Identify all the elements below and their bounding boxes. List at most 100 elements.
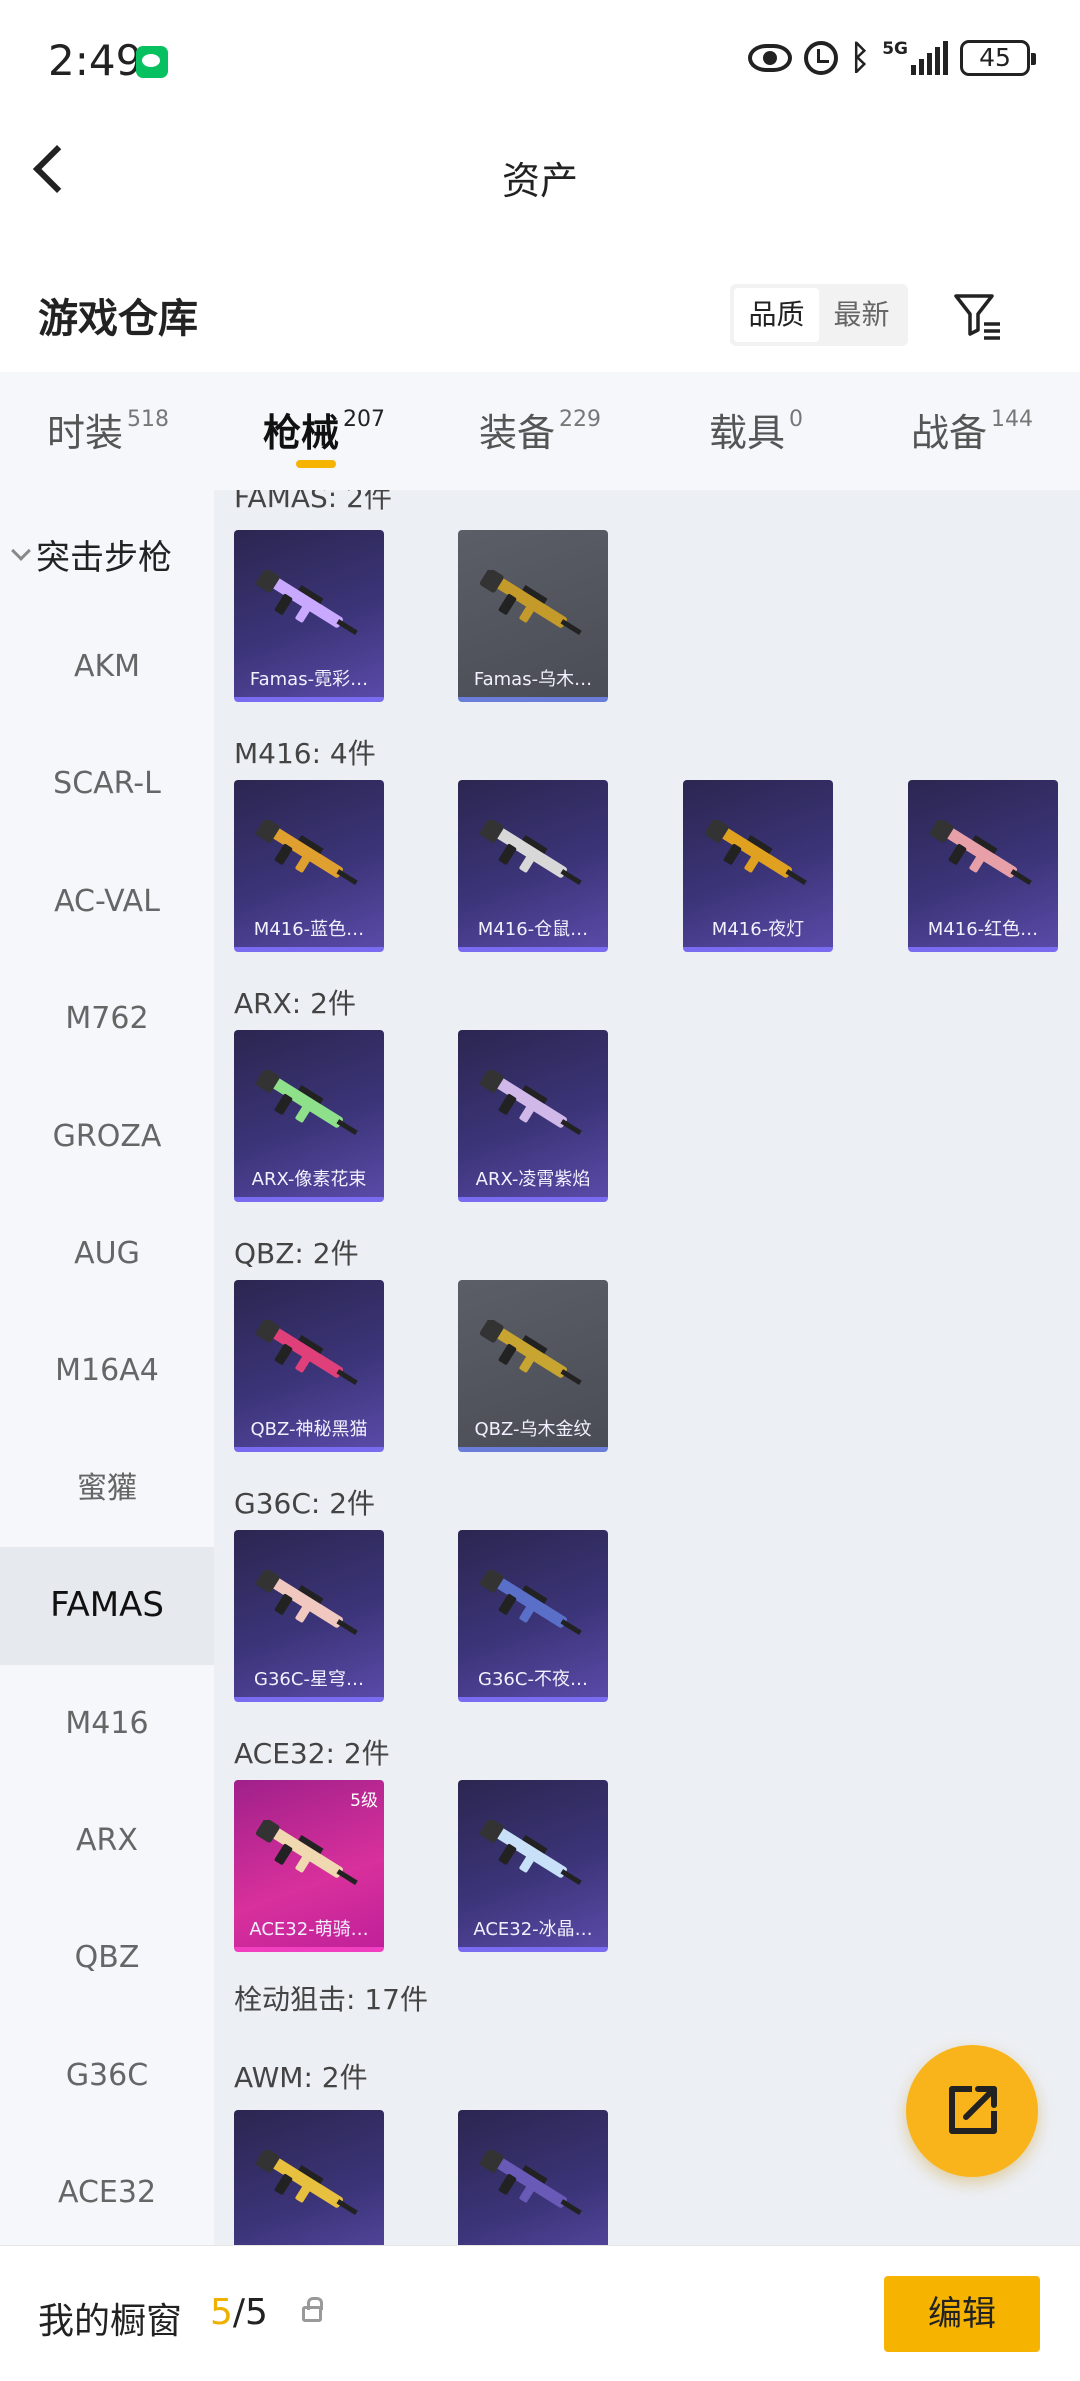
- gun-image: [704, 820, 807, 885]
- sidebar-item[interactable]: ARX: [0, 1782, 214, 1899]
- gun-image: [479, 2150, 582, 2215]
- weapon-card[interactable]: G36C-星穹…: [234, 1530, 384, 1702]
- sidebar-item[interactable]: QBZ: [0, 1899, 214, 2016]
- tab-underline: [296, 460, 336, 468]
- sort-quality-button[interactable]: 品质: [734, 288, 819, 342]
- group-title: G36C: 2件: [234, 1487, 376, 1520]
- sidebar-item[interactable]: M16A4: [0, 1312, 214, 1429]
- system-icons: ᛒ 5G 45: [747, 38, 1036, 78]
- sidebar-category[interactable]: 突击步枪: [11, 530, 172, 579]
- page-title: 资产: [501, 159, 578, 203]
- weapon-name: QBZ-神秘黑猫: [250, 1419, 368, 1440]
- tab-vehicles[interactable]: 载具 0: [648, 372, 864, 490]
- gun-image: [479, 1820, 582, 1885]
- weapon-card[interactable]: M416-蓝色…: [234, 780, 384, 952]
- weapon-name: M416-夜灯: [711, 919, 805, 940]
- showcase-label: 我的橱窗: [38, 2301, 183, 2342]
- tab-guns[interactable]: 枪械 207: [216, 372, 432, 490]
- weapon-card[interactable]: G36C-不夜…: [458, 1530, 608, 1702]
- weapon-grid: FAMAS: 2件 Famas-霓彩… Famas-乌木… M416: 4件 M416…: [214, 490, 1080, 2245]
- lock-icon: [302, 2297, 323, 2322]
- weapon-card[interactable]: M416-夜灯: [683, 780, 833, 952]
- repo-title: 游戏仓库: [38, 296, 198, 342]
- sidebar-item[interactable]: 蜜獾: [0, 1430, 214, 1547]
- status-time: 2:49: [48, 36, 143, 85]
- sidebar-item[interactable]: GROZA: [0, 1078, 214, 1195]
- sidebar-item[interactable]: M762: [0, 960, 214, 1077]
- group-title: 栓动狙击: 17件: [234, 1983, 428, 2016]
- sidebar-item[interactable]: AUG: [0, 1195, 214, 1312]
- signal-icon: 5G: [882, 41, 948, 75]
- filter-icon[interactable]: [952, 290, 1004, 342]
- weapon-card[interactable]: ARX-像素花束: [234, 1030, 384, 1202]
- weapon-card[interactable]: Famas-霓彩…: [234, 530, 384, 702]
- weapon-card[interactable]: QBZ-乌木金纹: [458, 1280, 608, 1452]
- gun-image: [255, 2150, 358, 2215]
- weapon-card[interactable]: ARX-凌霄紫焰: [458, 1030, 608, 1202]
- gun-image: [255, 1070, 358, 1135]
- sidebar-item[interactable]: AC-VAL: [0, 843, 214, 960]
- group-title: ARX: 2件: [234, 987, 356, 1020]
- gun-image: [479, 820, 582, 885]
- weapon-card[interactable]: QBZ-神秘黑猫: [234, 1280, 384, 1452]
- gun-image: [255, 820, 358, 885]
- gun-image: [255, 570, 358, 635]
- gun-image: [479, 570, 582, 635]
- weapon-name: ARX-凌霄紫焰: [475, 1169, 591, 1190]
- group-title: ACE32: 2件: [234, 1737, 390, 1770]
- gun-image: [255, 1320, 358, 1385]
- weapon-name: Famas-乌木…: [473, 669, 593, 690]
- weapon-name: M416-蓝色…: [253, 919, 365, 940]
- alarm-icon: [803, 41, 838, 75]
- gun-image: [479, 1570, 582, 1635]
- wechat-icon: [136, 46, 168, 78]
- weapon-name: ARX-像素花束: [251, 1169, 367, 1190]
- category-tabs: 时装 518 枪械 207 装备 229 载具 0 战备 144: [0, 372, 1080, 490]
- sidebar-item[interactable]: M416: [0, 1665, 214, 1782]
- eye-icon: [747, 44, 792, 72]
- weapon-card[interactable]: [458, 2110, 608, 2245]
- share-icon: [949, 2086, 997, 2134]
- sort-newest-button[interactable]: 最新: [819, 288, 904, 342]
- battery-icon: 45: [960, 40, 1036, 76]
- sidebar-item[interactable]: SCAR-L: [0, 725, 214, 842]
- weapon-name: G36C-星穹…: [254, 1669, 364, 1690]
- sidebar-item[interactable]: ACE32: [0, 2134, 214, 2245]
- weapon-name: ACE32-萌骑…: [249, 1919, 369, 1940]
- gun-image: [479, 1320, 582, 1385]
- tab-equipment[interactable]: 装备 229: [432, 372, 648, 490]
- gun-image: [929, 820, 1032, 885]
- group-title: M416: 4件: [234, 737, 376, 770]
- tab-supplies[interactable]: 战备 144: [864, 372, 1080, 490]
- sort-toggle: 品质 最新: [730, 284, 908, 346]
- group-title: QBZ: 2件: [234, 1237, 359, 1270]
- repo-header: 游戏仓库 品质 最新: [0, 262, 1080, 372]
- gun-image: [255, 1820, 358, 1885]
- weapon-card[interactable]: Famas-乌木…: [458, 530, 608, 702]
- showcase-count: 5/5: [210, 2292, 268, 2333]
- group-title: AWM: 2件: [234, 2061, 368, 2094]
- bluetooth-icon: ᛒ: [849, 38, 871, 78]
- weapon-name: ACE32-冰晶…: [473, 1919, 593, 1940]
- nav-header: 资产: [0, 120, 1080, 232]
- sidebar-item[interactable]: FAMAS: [0, 1547, 214, 1665]
- sidebar-list: AKM SCAR-L AC-VAL M762 GROZA AUG M16A4 蜜獾 FAMAS M…: [0, 608, 214, 2245]
- weapon-sidebar: 突击步枪 AKM SCAR-L AC-VAL M762 GROZA AUG M16A4 蜜獾 F…: [0, 490, 214, 2245]
- weapon-card[interactable]: 5级 ACE32-萌骑…: [234, 1780, 384, 1952]
- edit-button[interactable]: 编辑: [884, 2276, 1040, 2352]
- sidebar-item[interactable]: AKM: [0, 608, 214, 725]
- tab-fashion[interactable]: 时装 518: [0, 372, 216, 490]
- weapon-name: QBZ-乌木金纹: [474, 1419, 592, 1440]
- weapon-name: Famas-霓彩…: [249, 669, 369, 690]
- weapon-card[interactable]: ACE32-冰晶…: [458, 1780, 608, 1952]
- sidebar-item[interactable]: G36C: [0, 2017, 214, 2134]
- weapon-card[interactable]: M416-仓鼠…: [458, 780, 608, 952]
- group-title-partial: FAMAS: 2件: [234, 490, 392, 514]
- gun-image: [479, 1070, 582, 1135]
- weapon-name: G36C-不夜…: [478, 1669, 588, 1690]
- gun-image: [255, 1570, 358, 1635]
- weapon-card[interactable]: [234, 2110, 384, 2245]
- share-fab[interactable]: [906, 2045, 1038, 2177]
- status-bar: 2:49 ᛒ 5G 45: [0, 0, 1080, 120]
- weapon-card[interactable]: M416-红色…: [908, 780, 1058, 952]
